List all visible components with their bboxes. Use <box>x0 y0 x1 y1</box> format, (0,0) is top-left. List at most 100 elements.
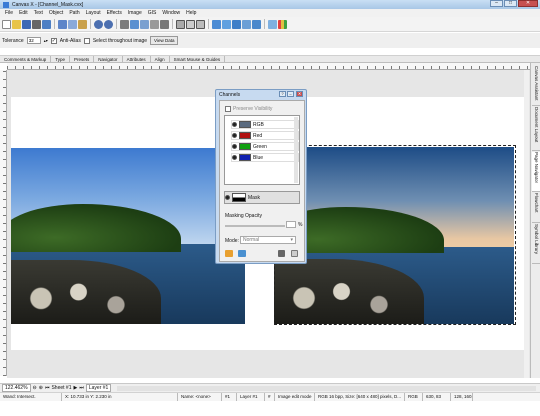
mask-row[interactable]: Mask <box>224 191 300 204</box>
maximize-button[interactable]: □ <box>504 0 517 7</box>
last-sheet-icon[interactable]: ⏭ <box>79 385 84 391</box>
status-hash: # <box>265 393 275 401</box>
layers-icon[interactable] <box>242 19 251 29</box>
new-channel-icon[interactable] <box>225 250 233 257</box>
menu-layout[interactable]: Layout <box>83 10 104 16</box>
flip-icon[interactable] <box>130 19 139 29</box>
tab-smart-mouse-guides[interactable]: Smart Mouse & Guides <box>170 56 226 62</box>
tolerance-spinner[interactable]: ▴▾ <box>44 38 48 43</box>
masking-opacity-input[interactable] <box>286 221 296 228</box>
grid-icon[interactable] <box>268 19 277 29</box>
selection-marquee <box>274 145 516 325</box>
layer-label[interactable]: Layer #1 <box>85 384 112 392</box>
menu-image[interactable]: Image <box>125 10 145 16</box>
tab-presets[interactable]: Presets <box>70 56 95 62</box>
distribute-icon[interactable] <box>150 19 159 29</box>
visibility-eye-icon[interactable] <box>232 144 237 149</box>
ungroup-icon[interactable] <box>176 19 185 29</box>
next-sheet-icon[interactable]: ▶ <box>73 385 77 391</box>
channel-row-blue[interactable]: Blue <box>231 153 299 162</box>
lock-icon[interactable] <box>196 19 205 29</box>
select-throughout-checkbox[interactable] <box>83 37 90 44</box>
visibility-eye-icon[interactable] <box>232 155 237 160</box>
panel-menu-icon[interactable] <box>291 250 298 257</box>
menu-gis[interactable]: GIS <box>145 10 160 16</box>
channel-name: RGB <box>253 121 264 128</box>
screen-icon[interactable] <box>222 19 231 29</box>
close-button[interactable]: ✕ <box>518 0 538 7</box>
view-data-button[interactable]: View Data <box>150 36 179 45</box>
zoom-icon[interactable] <box>212 19 221 29</box>
status-coordinates: X: 10.733 in Y: 2.230 in <box>62 393 178 401</box>
align-icon[interactable] <box>140 19 149 29</box>
menu-help[interactable]: Help <box>183 10 199 16</box>
status-image-info: RGB 16 bpp, Size: [640 x 480] pixels, D.… <box>315 393 405 401</box>
view-icon[interactable] <box>252 19 261 29</box>
minimize-button[interactable]: – <box>287 91 294 97</box>
dialog-body: Preserve Visibility RGB Red Green Blue M… <box>219 100 305 262</box>
tab-attributes[interactable]: Attributes <box>123 56 151 62</box>
tab-canvas-assistant[interactable]: Canvas Assistant <box>532 66 540 106</box>
tab-page-navigator[interactable]: Page Navigator <box>532 152 540 192</box>
sheet-label[interactable]: Sheet #1 <box>51 385 71 391</box>
menu-effects[interactable]: Effects <box>104 10 125 16</box>
paste-icon[interactable] <box>78 19 87 29</box>
image-icon[interactable] <box>232 19 241 29</box>
print-icon[interactable] <box>32 19 41 29</box>
help-button[interactable]: ? <box>279 91 286 97</box>
mask-name: Mask <box>248 194 260 201</box>
trash-icon[interactable] <box>278 250 285 257</box>
tab-type[interactable]: Type <box>51 56 71 62</box>
zoom-level[interactable]: 122.462% <box>2 384 31 392</box>
cut-icon[interactable] <box>58 19 67 29</box>
channel-list-scrollbar[interactable] <box>294 117 298 183</box>
masking-opacity-slider[interactable] <box>225 225 285 227</box>
menu-window[interactable]: Window <box>159 10 183 16</box>
transform-icon[interactable] <box>186 19 195 29</box>
tab-align[interactable]: Align <box>151 56 170 62</box>
tab-document-layout[interactable]: Document Layout <box>532 107 540 151</box>
visibility-eye-icon[interactable] <box>225 195 230 200</box>
tab-flowchart[interactable]: Flowchart <box>532 193 540 223</box>
landscape-photo-original[interactable] <box>11 148 245 324</box>
chevron-down-icon: ▾ <box>290 237 293 243</box>
channel-row-red[interactable]: Red <box>231 131 299 140</box>
channel-options-icon[interactable] <box>238 250 246 257</box>
anti-alias-checkbox[interactable]: ✓ <box>50 37 57 44</box>
zoom-out-icon[interactable]: ⊖ <box>33 385 37 391</box>
redo-icon[interactable] <box>104 19 113 29</box>
menu-path[interactable]: Path <box>66 10 82 16</box>
close-button[interactable]: ✕ <box>296 91 303 97</box>
mask-thumbnail <box>232 193 246 202</box>
copy-icon[interactable] <box>68 19 77 29</box>
channel-row-green[interactable]: Green <box>231 142 299 151</box>
menu-edit[interactable]: Edit <box>16 10 31 16</box>
first-sheet-icon[interactable]: ⏮ <box>45 385 50 391</box>
open-icon[interactable] <box>12 19 21 29</box>
menu-file[interactable]: File <box>2 10 16 16</box>
tolerance-input[interactable] <box>26 37 41 44</box>
tab-comments-markup[interactable]: Comments & Markup <box>0 56 52 62</box>
tab-symbol-library[interactable]: Symbol Library <box>532 224 540 264</box>
visibility-eye-icon[interactable] <box>232 122 237 127</box>
channel-row-rgb[interactable]: RGB <box>231 120 299 129</box>
menu-text[interactable]: Text <box>31 10 46 16</box>
group-icon[interactable] <box>160 19 169 29</box>
channel-name: Green <box>253 143 267 150</box>
horizontal-scrollbar[interactable] <box>117 385 536 391</box>
zoom-in-icon[interactable]: ⊕ <box>39 385 43 391</box>
preserve-visibility-checkbox[interactable] <box>225 106 231 112</box>
tab-navigator[interactable]: Navigator <box>94 56 123 62</box>
rotate-icon[interactable] <box>120 19 129 29</box>
chart-icon[interactable] <box>278 19 287 29</box>
undo-icon[interactable] <box>94 19 103 29</box>
menu-object[interactable]: Object <box>46 10 66 16</box>
vertical-scrollbar[interactable] <box>524 70 529 378</box>
mode-select[interactable]: Normal ▾ <box>240 236 296 244</box>
visibility-eye-icon[interactable] <box>232 133 237 138</box>
new-icon[interactable] <box>2 19 11 29</box>
status-sheet: #1 <box>222 393 237 401</box>
minimize-button[interactable]: – <box>490 0 503 7</box>
print-preview-icon[interactable] <box>42 19 51 29</box>
save-icon[interactable] <box>22 19 31 29</box>
